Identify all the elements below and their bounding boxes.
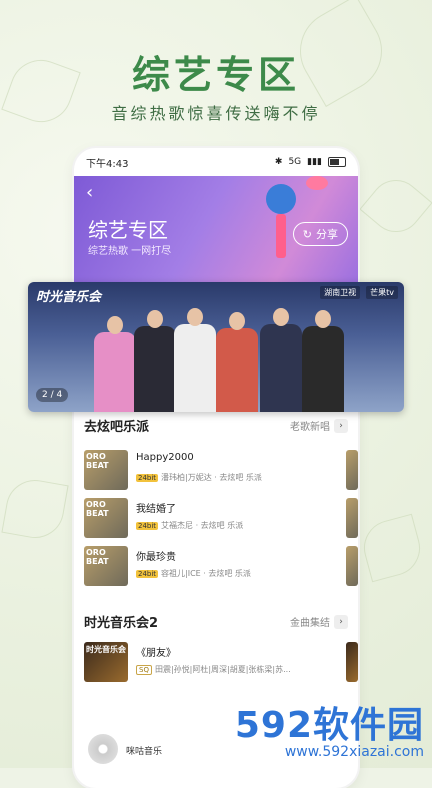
song-artists: 潘玮柏|万妮达 · 去炫吧 乐派 bbox=[161, 473, 262, 482]
signal-icon: ▮▮▮ bbox=[307, 157, 322, 167]
microphone-illustration bbox=[264, 184, 298, 258]
section-shiguang: 时光音乐会2 金曲集结 › bbox=[74, 612, 358, 631]
song-artists: 容祖儿|ICE · 去炫吧 乐派 bbox=[161, 569, 251, 578]
status-bar: 下午4:43 ✱ 5G ▮▮▮ bbox=[74, 148, 358, 176]
section-title: 去炫吧乐派 bbox=[84, 420, 150, 435]
side-cover bbox=[346, 450, 358, 490]
bluetooth-icon: ✱ bbox=[274, 157, 283, 167]
section-more-label: 老歌新唱 bbox=[290, 422, 330, 433]
share-button[interactable]: ↻ 分享 bbox=[292, 222, 348, 246]
channel-logo: 湖南卫视 bbox=[320, 286, 361, 299]
chevron-right-icon: › bbox=[334, 614, 348, 629]
song-item[interactable]: 时光音乐会 《朋友》 SQ 田震|孙悦|阿杜|周深|胡夏|张栋梁|苏... bbox=[84, 642, 348, 682]
performer bbox=[174, 308, 216, 412]
quality-badge: 24bit bbox=[136, 569, 159, 578]
phone-frame: 下午4:43 ✱ 5G ▮▮▮ ‹ 综艺专区 综艺热歌 一网打尽 ↻ 分享 去炫… bbox=[74, 148, 358, 788]
section-more-label: 金曲集结 bbox=[290, 618, 330, 629]
mini-player-name: 咪咕音乐 bbox=[126, 747, 163, 757]
song-artists: 田震|孙悦|阿杜|周深|胡夏|张栋梁|苏... bbox=[154, 665, 291, 674]
song-artists: 艾福杰尼 · 去炫吧 乐派 bbox=[161, 521, 244, 530]
share-icon: ↻ bbox=[302, 227, 312, 241]
section-more-link[interactable]: 老歌新唱 › bbox=[290, 418, 348, 433]
song-title: 我结婚了 bbox=[136, 504, 176, 515]
promo-title: 综艺专区 bbox=[131, 53, 300, 97]
section-title: 时光音乐会2 bbox=[84, 616, 159, 631]
performer bbox=[260, 308, 302, 412]
album-cover: ORO BEAT bbox=[84, 450, 128, 490]
album-cover: 时光音乐会 bbox=[84, 642, 128, 682]
header-title: 综艺专区 bbox=[88, 218, 168, 242]
song-item[interactable]: ORO BEAT 我结婚了 24bit 艾福杰尼 · 去炫吧 乐派 bbox=[84, 498, 348, 538]
header-subtitle: 综艺热歌 一网打尽 bbox=[88, 246, 172, 257]
disc-icon bbox=[88, 734, 118, 764]
channel-logos: 湖南卫视 芒果tv bbox=[320, 286, 398, 299]
quality-badge: 24bit bbox=[136, 473, 159, 482]
battery-icon bbox=[328, 157, 346, 167]
zone-header: ‹ 综艺专区 综艺热歌 一网打尽 ↻ 分享 bbox=[74, 176, 358, 288]
network-label: 5G bbox=[288, 157, 302, 167]
channel-logo: 芒果tv bbox=[366, 286, 398, 299]
side-cover bbox=[346, 546, 358, 586]
song-item[interactable]: ORO BEAT 你最珍贵 24bit 容祖儿|ICE · 去炫吧 乐派 bbox=[84, 546, 348, 586]
section-more-link[interactable]: 金曲集结 › bbox=[290, 614, 348, 629]
song-title: 《朋友》 bbox=[136, 648, 176, 659]
banner-pager: 2 / 4 bbox=[36, 388, 69, 402]
status-time: 下午4:43 bbox=[86, 158, 129, 170]
performer bbox=[94, 316, 136, 412]
watermark: 592软件园 www.592xiazai.com bbox=[235, 696, 424, 760]
show-logo: 时光音乐会 bbox=[36, 290, 102, 305]
share-label: 分享 bbox=[316, 228, 338, 241]
song-item[interactable]: ORO BEAT Happy2000 24bit 潘玮柏|万妮达 · 去炫吧 乐… bbox=[84, 450, 348, 490]
side-cover bbox=[346, 498, 358, 538]
quality-badge: 24bit bbox=[136, 521, 159, 530]
chevron-right-icon: › bbox=[334, 418, 348, 433]
album-cover: ORO BEAT bbox=[84, 498, 128, 538]
song-title: Happy2000 bbox=[136, 452, 194, 463]
promo-subtitle: 音综热歌惊喜传送嗨不停 bbox=[111, 104, 321, 123]
performer bbox=[216, 312, 258, 412]
performer bbox=[134, 310, 176, 412]
side-cover bbox=[346, 642, 358, 682]
album-cover: ORO BEAT bbox=[84, 546, 128, 586]
back-arrow-icon[interactable]: ‹ bbox=[86, 182, 93, 203]
planet-decoration bbox=[306, 176, 328, 190]
section-quxuanba: 去炫吧乐派 老歌新唱 › bbox=[74, 416, 358, 435]
performer bbox=[302, 310, 344, 412]
song-title: 你最珍贵 bbox=[136, 552, 176, 563]
quality-badge: SQ bbox=[136, 664, 152, 675]
watermark-brand: 592软件园 bbox=[234, 705, 424, 746]
concert-banner[interactable]: 时光音乐会 湖南卫视 芒果tv 2 / 4 bbox=[28, 282, 404, 412]
